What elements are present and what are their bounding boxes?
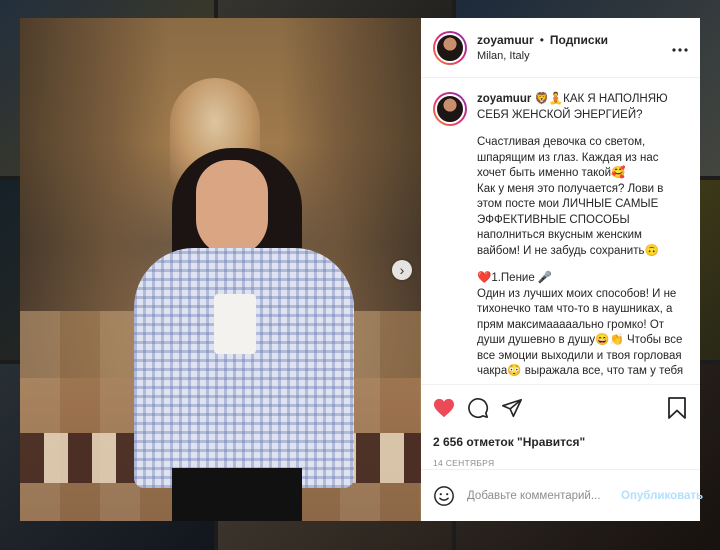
following-button[interactable]: Подписки xyxy=(550,33,608,47)
caption-area: zoyamuur 🦁🧘КАК Я НАПОЛНЯЮ СЕБЯ ЖЕНСКОЙ Э… xyxy=(421,78,700,382)
comment-input[interactable] xyxy=(467,489,621,502)
caption-section-heading: ❤️1.Пение 🎤 xyxy=(477,272,553,284)
more-options-icon[interactable] xyxy=(672,39,688,57)
caption-text: zoyamuur 🦁🧘КАК Я НАПОЛНЯЮ СЕБЯ ЖЕНСКОЙ Э… xyxy=(477,92,688,382)
likes-count[interactable]: 2 656 отметок "Нравится" xyxy=(433,435,688,449)
username-link[interactable]: zoyamuur xyxy=(477,33,534,47)
photo-black-pants xyxy=(172,468,302,521)
photo-tweed-blazer xyxy=(134,248,354,488)
comment-icon[interactable] xyxy=(467,397,489,419)
avatar[interactable] xyxy=(433,92,467,126)
action-icons-row xyxy=(433,395,688,421)
caption-first-line: zoyamuur 🦁🧘КАК Я НАПОЛНЯЮ СЕБЯ ЖЕНСКОЙ Э… xyxy=(477,92,688,123)
photo-white-top xyxy=(214,294,256,354)
post-header-text: zoyamuur • Подписки Milan, Italy xyxy=(477,33,672,62)
separator-dot: • xyxy=(539,33,544,47)
caption-paragraph: Один из лучших моих способов! И не тихон… xyxy=(477,287,684,378)
post-side-panel: zoyamuur • Подписки Milan, Italy zoyamuu… xyxy=(421,18,703,521)
photo-face xyxy=(196,160,268,256)
caption-paragraph: Как у меня это получается? Лови в этом п… xyxy=(477,182,664,257)
photo-woman-figure xyxy=(116,138,366,521)
post-header-line: zoyamuur • Подписки xyxy=(477,33,672,47)
carousel-next-button[interactable]: › xyxy=(392,260,412,280)
post-date[interactable]: 14 СЕНТЯБРЯ xyxy=(433,458,688,468)
heart-icon[interactable] xyxy=(433,397,455,419)
chevron-right-icon: › xyxy=(399,262,405,278)
publish-button[interactable]: Опубликовать xyxy=(621,490,703,502)
share-icon[interactable] xyxy=(501,397,523,419)
post-photo[interactable] xyxy=(20,18,421,521)
comment-row: Опубликовать xyxy=(421,469,703,521)
emoji-icon[interactable] xyxy=(433,485,455,507)
avatar[interactable] xyxy=(433,30,467,65)
post-header: zoyamuur • Подписки Milan, Italy xyxy=(421,18,700,78)
avatar-image xyxy=(435,32,465,63)
caption-paragraph: Счастливая девочка со светом, шпарящим и… xyxy=(477,136,659,179)
bookmark-icon[interactable] xyxy=(666,397,688,419)
location-link[interactable]: Milan, Italy xyxy=(477,50,672,62)
caption-username-link[interactable]: zoyamuur xyxy=(477,93,531,105)
avatar-image xyxy=(435,94,465,124)
